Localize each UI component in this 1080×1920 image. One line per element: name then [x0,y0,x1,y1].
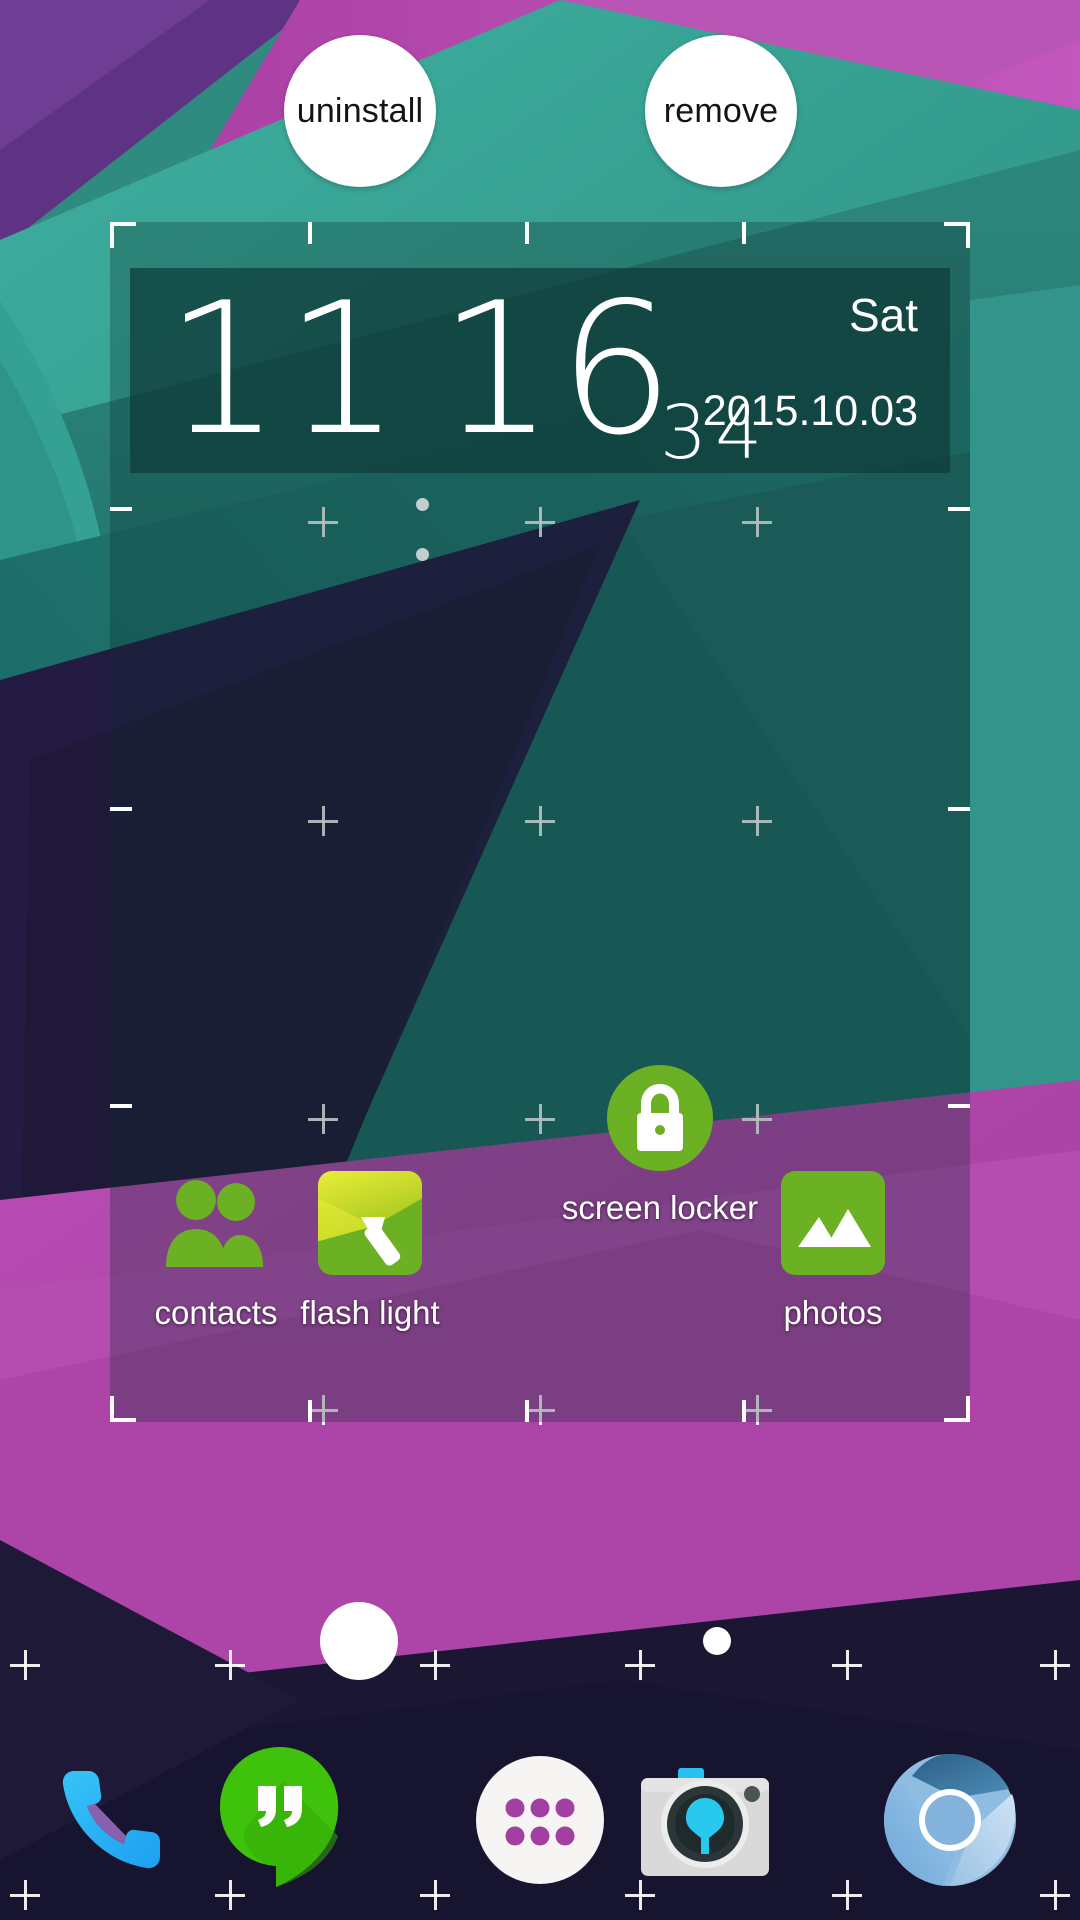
chromium-icon [884,1754,1016,1886]
flashlight-icon [315,1168,425,1278]
apps-grid-icon [476,1756,604,1884]
dock [0,1735,1080,1910]
people-icon [161,1168,271,1278]
resize-handle-top-left[interactable] [110,222,136,248]
app-icon-photos[interactable]: photos [725,1168,941,1332]
dock-icon-hangouts[interactable] [200,1735,360,1895]
camera-icon [641,1768,769,1876]
hangouts-icon [220,1747,339,1887]
page-dot-active[interactable] [320,1602,398,1680]
uninstall-button[interactable]: uninstall [284,35,436,187]
remove-label: remove [663,91,779,130]
dock-icon-browser[interactable] [870,1740,1030,1900]
dock-icon-app-drawer[interactable] [460,1740,620,1900]
resize-handle-bottom-left[interactable] [110,1396,136,1422]
dock-icon-camera[interactable] [625,1747,785,1907]
frame-edge-tick [742,1400,746,1422]
clock-minutes: 16 [438,263,679,475]
clock-weekday: Sat [848,289,918,341]
frame-edge-tick [948,507,970,511]
frame-edge-tick [110,807,132,811]
dock-icon-phone[interactable] [32,1740,192,1900]
clock-time: 11 16 [165,278,678,561]
app-label: photos [783,1294,883,1331]
uninstall-label: uninstall [296,91,424,130]
resize-handle-top-right[interactable] [944,222,970,248]
page-indicator [0,1585,1080,1680]
clock-date: 2015.10.03 [702,387,918,435]
phone-icon [62,1771,160,1869]
app-label: contacts [154,1294,278,1331]
remove-button[interactable]: remove [645,35,797,187]
home-screen[interactable]: 11 16 34 Sat 2015.10.03 uninstall remove … [0,0,1080,1920]
clock-widget[interactable]: 11 16 34 Sat 2015.10.03 [130,268,950,561]
page-dot-inactive[interactable] [703,1627,731,1655]
lock-icon [605,1063,715,1173]
clock-hours: 11 [165,263,405,475]
frame-edge-tick [308,1400,312,1422]
frame-edge-tick [525,1400,529,1422]
frame-edge-tick [308,222,312,244]
app-label: flash light [300,1294,440,1331]
frame-edge-tick [742,222,746,244]
frame-edge-tick [110,1104,132,1108]
frame-edge-tick [525,222,529,244]
frame-edge-tick [110,507,132,511]
frame-edge-tick [948,1104,970,1108]
image-icon [778,1168,888,1278]
frame-edge-tick [948,807,970,811]
app-icon-flash-light[interactable]: flash light [262,1168,478,1332]
resize-handle-bottom-right[interactable] [944,1396,970,1422]
